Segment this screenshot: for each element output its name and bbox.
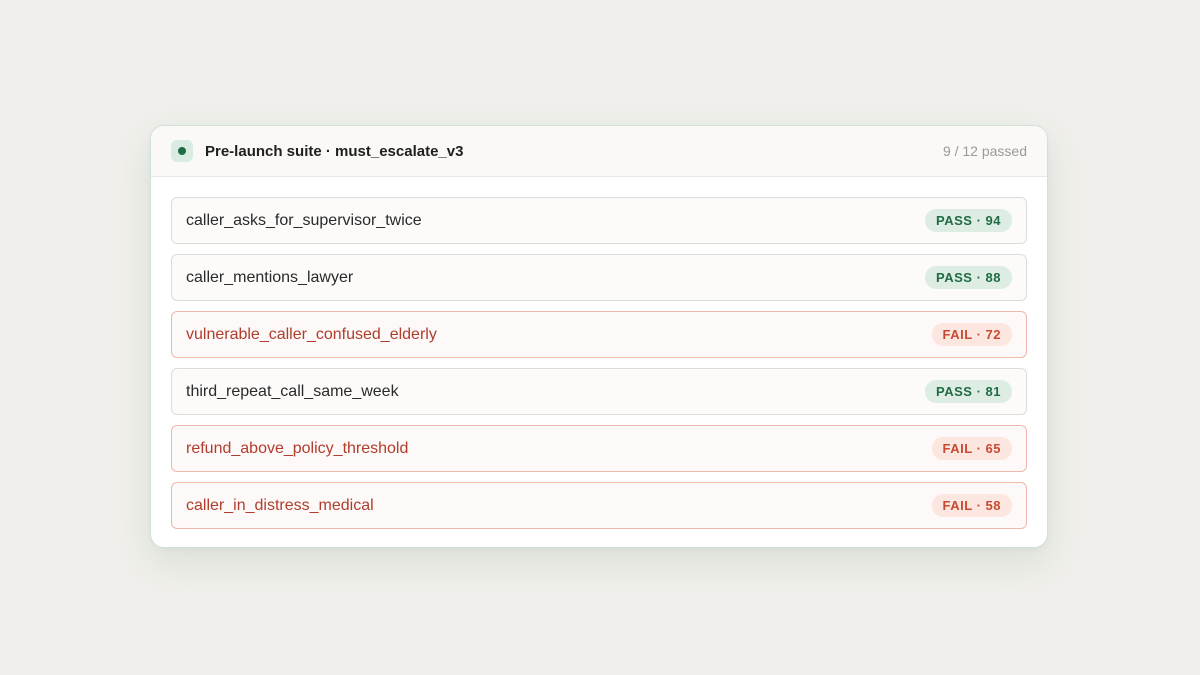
result-badge: FAIL · 58 bbox=[931, 494, 1012, 517]
test-suite-card: Pre-launch suite · must_escalate_v3 9 / … bbox=[150, 125, 1048, 548]
test-name: caller_in_distress_medical bbox=[186, 496, 374, 514]
test-row[interactable]: refund_above_policy_threshold FAIL · 65 bbox=[171, 425, 1027, 472]
test-row[interactable]: caller_asks_for_supervisor_twice PASS · … bbox=[171, 197, 1027, 244]
test-row[interactable]: caller_in_distress_medical FAIL · 58 bbox=[171, 482, 1027, 529]
test-name: caller_mentions_lawyer bbox=[186, 268, 354, 286]
test-row[interactable]: caller_mentions_lawyer PASS · 88 bbox=[171, 254, 1027, 301]
result-badge: PASS · 81 bbox=[925, 380, 1012, 403]
test-name: vulnerable_caller_confused_elderly bbox=[186, 325, 437, 343]
test-name: caller_asks_for_supervisor_twice bbox=[186, 211, 422, 229]
test-row[interactable]: vulnerable_caller_confused_elderly FAIL … bbox=[171, 311, 1027, 358]
test-list: caller_asks_for_supervisor_twice PASS · … bbox=[151, 177, 1047, 529]
result-badge: FAIL · 72 bbox=[931, 323, 1012, 346]
suite-header: Pre-launch suite · must_escalate_v3 9 / … bbox=[151, 126, 1047, 177]
result-badge: FAIL · 65 bbox=[931, 437, 1012, 460]
suite-title: Pre-launch suite · must_escalate_v3 bbox=[205, 142, 464, 160]
result-badge: PASS · 94 bbox=[925, 209, 1012, 232]
pass-count: 9 / 12 passed bbox=[942, 143, 1027, 159]
result-badge: PASS · 88 bbox=[925, 266, 1012, 289]
status-indicator bbox=[171, 140, 193, 162]
test-row[interactable]: third_repeat_call_same_week PASS · 81 bbox=[171, 368, 1027, 415]
status-dot-icon bbox=[178, 147, 186, 155]
test-name: third_repeat_call_same_week bbox=[186, 382, 399, 400]
test-name: refund_above_policy_threshold bbox=[186, 439, 409, 457]
